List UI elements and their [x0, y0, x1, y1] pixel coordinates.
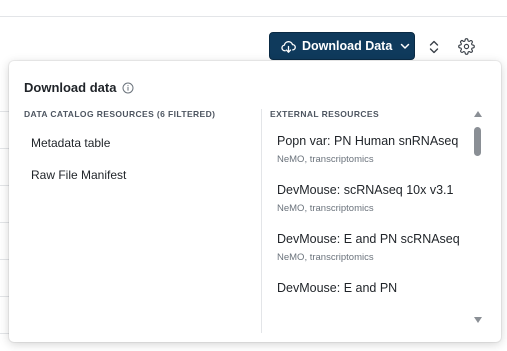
- panel-title: Download data: [24, 80, 134, 95]
- data-catalog-resources: DATA CATALOG RESOURCES (6 FILTERED) Meta…: [24, 109, 259, 191]
- data-catalog-header: DATA CATALOG RESOURCES (6 FILTERED): [24, 109, 216, 119]
- column-divider: [261, 109, 262, 333]
- download-data-dropdown: Download data DATA CATALOG RESOURCES (6 …: [9, 61, 501, 342]
- external-resource-title: DevMouse: E and PN scRNAseq: [277, 232, 460, 246]
- external-list: Popn var: PN Human snRNAseq NeMO, transc…: [270, 130, 480, 300]
- info-icon[interactable]: [122, 82, 134, 94]
- download-data-label: Download Data: [302, 39, 393, 53]
- external-resources-header: EXTERNAL RESOURCES: [270, 109, 380, 119]
- external-resource-item[interactable]: Popn var: PN Human snRNAseq NeMO, transc…: [277, 130, 480, 165]
- gear-icon[interactable]: [458, 38, 475, 55]
- scrollbar[interactable]: [472, 111, 484, 323]
- external-resource-meta: NeMO, transcriptomics: [277, 154, 374, 165]
- metadata-table-link[interactable]: Metadata table: [24, 127, 259, 159]
- header-divider: [0, 16, 507, 17]
- scroll-down-arrow[interactable]: [474, 317, 482, 323]
- cloud-download-icon: [281, 40, 296, 53]
- external-resource-item[interactable]: DevMouse: scRNAseq 10x v3.1 NeMO, transc…: [277, 179, 480, 214]
- toolbar: Download Data: [0, 30, 507, 62]
- external-resource-title: Popn var: PN Human snRNAseq: [277, 134, 459, 148]
- panel-title-text: Download data: [24, 80, 117, 95]
- download-data-button[interactable]: Download Data: [269, 32, 415, 60]
- raw-file-manifest-link[interactable]: Raw File Manifest: [24, 159, 259, 191]
- external-resource-title: DevMouse: E and PN: [277, 281, 398, 295]
- external-resource-meta: NeMO, transcriptomics: [277, 203, 374, 214]
- external-resource-title: DevMouse: scRNAseq 10x v3.1: [277, 183, 454, 197]
- sort-icon[interactable]: [427, 39, 441, 55]
- chevron-down-icon: [401, 43, 410, 49]
- external-resource-item[interactable]: DevMouse: E and PN: [277, 277, 480, 300]
- external-resource-meta: NeMO, transcriptomics: [277, 252, 374, 263]
- external-resources: EXTERNAL RESOURCES Popn var: PN Human sn…: [270, 109, 480, 334]
- external-resource-item[interactable]: DevMouse: E and PN scRNAseq NeMO, transc…: [277, 228, 480, 263]
- resource-list: Metadata table Raw File Manifest: [24, 127, 259, 191]
- scroll-up-arrow[interactable]: [474, 111, 482, 117]
- scrollbar-thumb[interactable]: [474, 127, 481, 156]
